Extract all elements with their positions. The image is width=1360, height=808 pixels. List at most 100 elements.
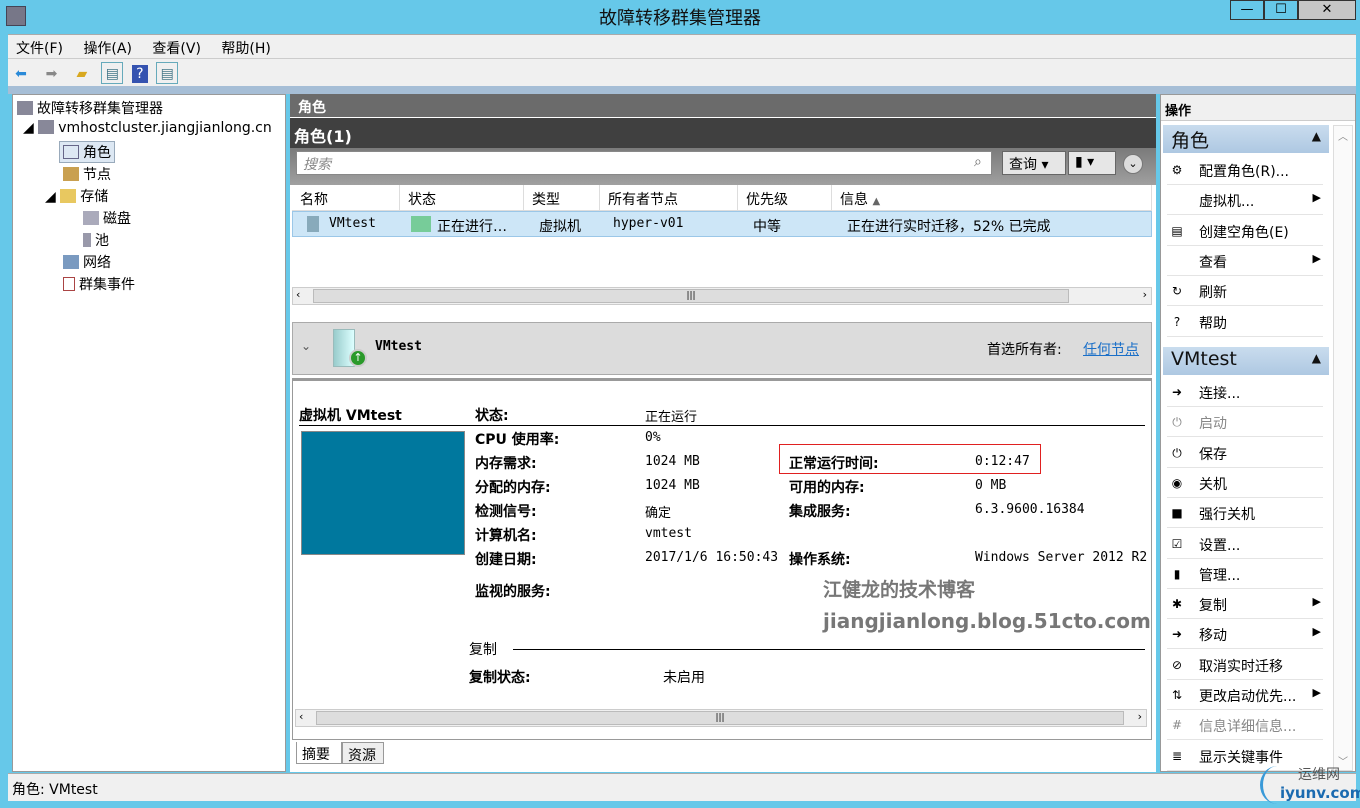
scroll-right-icon[interactable]: ›	[1143, 288, 1147, 301]
preferred-owner-link[interactable]: 任何节点	[1083, 339, 1139, 359]
action-label: 配置角色(R)...	[1199, 164, 1290, 180]
action-item[interactable]: ↻ 刷新	[1167, 276, 1323, 307]
action-item[interactable]: ⏻ 启动	[1167, 407, 1323, 438]
action-icon: ↻	[1171, 284, 1183, 299]
cluster-manager-icon	[17, 101, 33, 115]
tree-pools[interactable]: 池	[83, 230, 109, 250]
action-item[interactable]: ◉ 关机	[1167, 468, 1323, 498]
collapse-up-icon[interactable]: ▲	[1312, 351, 1321, 365]
collapse-up-icon[interactable]: ▲	[1312, 129, 1321, 143]
action-icon: ➜	[1171, 385, 1183, 399]
field-label: 创建日期:	[475, 552, 537, 568]
action-item[interactable]: ■ 强行关机	[1167, 498, 1323, 529]
field-value: vmtest	[645, 526, 692, 541]
action-label: 移动	[1199, 628, 1227, 645]
table-row[interactable]: VMtest 正在进行… 虚拟机 hyper-v01 中等 正在进行实时迁移，5…	[292, 211, 1152, 237]
field-value: 正在运行	[645, 410, 698, 425]
query-button[interactable]: 查询 ▾	[1002, 151, 1066, 175]
action-item[interactable]: ? 帮助	[1167, 307, 1323, 337]
actions-section-vmtest[interactable]: VMtest ▲	[1163, 347, 1329, 375]
action-item[interactable]: ⊘ 取消实时迁移	[1167, 650, 1323, 680]
up-folder-icon[interactable]: ▰	[71, 63, 93, 85]
save-query-button[interactable]: ▮ ▾	[1068, 151, 1116, 175]
action-icon: ◉	[1171, 475, 1183, 490]
action-item[interactable]: ⏻ 保存	[1167, 438, 1323, 468]
tree-cluster[interactable]: ◢ vmhostcluster.jiangjianlong.cn	[23, 120, 272, 136]
logo-url: iyunv.com	[1280, 784, 1360, 802]
section-label: 角色	[1171, 130, 1210, 152]
action-item[interactable]: ⇅ 更改启动优先... ▶	[1167, 680, 1323, 710]
action-item[interactable]: ➜ 连接...	[1167, 377, 1323, 407]
submenu-arrow-icon: ▶	[1312, 686, 1321, 699]
tree-label: 故障转移群集管理器	[37, 101, 163, 117]
tab-summary[interactable]: 摘要	[296, 742, 342, 764]
action-item[interactable]: ⚙ 配置角色(R)...	[1167, 155, 1323, 185]
details-horizontal-scrollbar[interactable]: ‹ ||| ›	[295, 709, 1147, 727]
search-row: 搜索 ⌕ 查询 ▾ ▮ ▾ ⌄	[290, 148, 1156, 185]
watermark-url: jiangjianlong.blog.51cto.com	[823, 609, 1151, 633]
action-item[interactable]: ☑ 设置...	[1167, 529, 1323, 559]
tree-nodes[interactable]: 节点	[63, 164, 111, 184]
action-icon: ⏻	[1172, 415, 1182, 430]
action-icon: ▮	[1173, 566, 1181, 581]
actions-vertical-scrollbar[interactable]: ︿ ﹀	[1333, 125, 1353, 771]
action-item[interactable]: ▮ 管理...	[1167, 559, 1323, 589]
action-item[interactable]: 查看 ▶	[1167, 246, 1323, 276]
show-tree-icon[interactable]: ▤	[101, 62, 124, 84]
show-action-pane-icon[interactable]: ▤	[156, 62, 179, 84]
action-item[interactable]: # 信息详细信息...	[1167, 710, 1323, 741]
actions-section-roles[interactable]: 角色 ▲	[1163, 125, 1329, 153]
collapse-icon[interactable]: ⌄	[301, 339, 311, 353]
submenu-arrow-icon: ▶	[1312, 191, 1321, 205]
roles-icon	[63, 145, 79, 159]
field-value: 0 MB	[975, 478, 1007, 493]
action-item[interactable]: 虚拟机... ▶	[1167, 185, 1323, 216]
scroll-left-icon[interactable]: ‹	[296, 288, 300, 301]
scroll-right-icon[interactable]: ›	[1138, 710, 1142, 723]
tab-resources[interactable]: 资源	[342, 742, 384, 764]
tree-root[interactable]: 故障转移群集管理器	[17, 98, 163, 118]
back-icon[interactable]: ⬅	[10, 63, 32, 85]
column-header-status[interactable]: 状态	[400, 185, 524, 211]
field-label: 监视的服务:	[475, 584, 551, 600]
help-icon[interactable]: ?	[131, 65, 148, 83]
action-item[interactable]: ➜ 移动 ▶	[1167, 619, 1323, 650]
tree-disks[interactable]: 磁盘	[83, 208, 131, 228]
forward-icon[interactable]: ➡	[40, 63, 62, 85]
submenu-arrow-icon: ▶	[1312, 625, 1321, 639]
details-header: ⌄ ↑ VMtest 首选所有者: 任何节点	[292, 322, 1152, 375]
vm-thumbnail[interactable]	[301, 431, 465, 555]
details-vm-name: VMtest	[375, 339, 422, 354]
scroll-thumb[interactable]: |||	[313, 289, 1069, 303]
scroll-thumb[interactable]: |||	[316, 711, 1124, 725]
action-item[interactable]: ▤ 创建空角色(E)	[1167, 216, 1323, 246]
column-header-type[interactable]: 类型	[524, 185, 600, 211]
search-input[interactable]: 搜索	[296, 151, 992, 175]
list-horizontal-scrollbar[interactable]: ‹ ||| ›	[292, 287, 1152, 305]
section-title: 虚拟机 VMtest	[299, 408, 402, 424]
tree-network[interactable]: 网络	[63, 252, 111, 272]
tree-label: 节点	[83, 167, 111, 183]
column-header-owner[interactable]: 所有者节点	[600, 185, 738, 211]
tree-storage[interactable]: ◢ 存储	[45, 186, 108, 206]
column-header-name[interactable]: 名称	[292, 185, 400, 211]
scroll-left-icon[interactable]: ‹	[299, 710, 303, 723]
action-label: 启动	[1199, 416, 1227, 433]
field-value: 0:12:47	[975, 454, 1030, 469]
column-header-priority[interactable]: 优先级	[738, 185, 832, 211]
tree-label: 角色	[83, 145, 111, 161]
expand-icon[interactable]: ⌄	[1123, 154, 1143, 174]
tree-roles[interactable]: 角色	[59, 141, 115, 163]
scroll-up-icon[interactable]: ︿	[1338, 128, 1348, 143]
action-item[interactable]: ✱ 复制 ▶	[1167, 589, 1323, 620]
close-button[interactable]: ✕	[1298, 0, 1356, 20]
tree-label: 群集事件	[79, 277, 135, 293]
cell-priority: 中等	[753, 219, 781, 235]
action-label: 查看	[1199, 254, 1227, 271]
search-icon[interactable]: ⌕	[974, 154, 982, 170]
maximize-button[interactable]: ☐	[1264, 0, 1298, 20]
tree-events[interactable]: 群集事件	[63, 274, 135, 294]
column-header-info[interactable]: 信息 ▲	[832, 185, 1152, 211]
field-value: Windows Server 2012 R2	[975, 550, 1148, 565]
minimize-button[interactable]: —	[1230, 0, 1264, 20]
